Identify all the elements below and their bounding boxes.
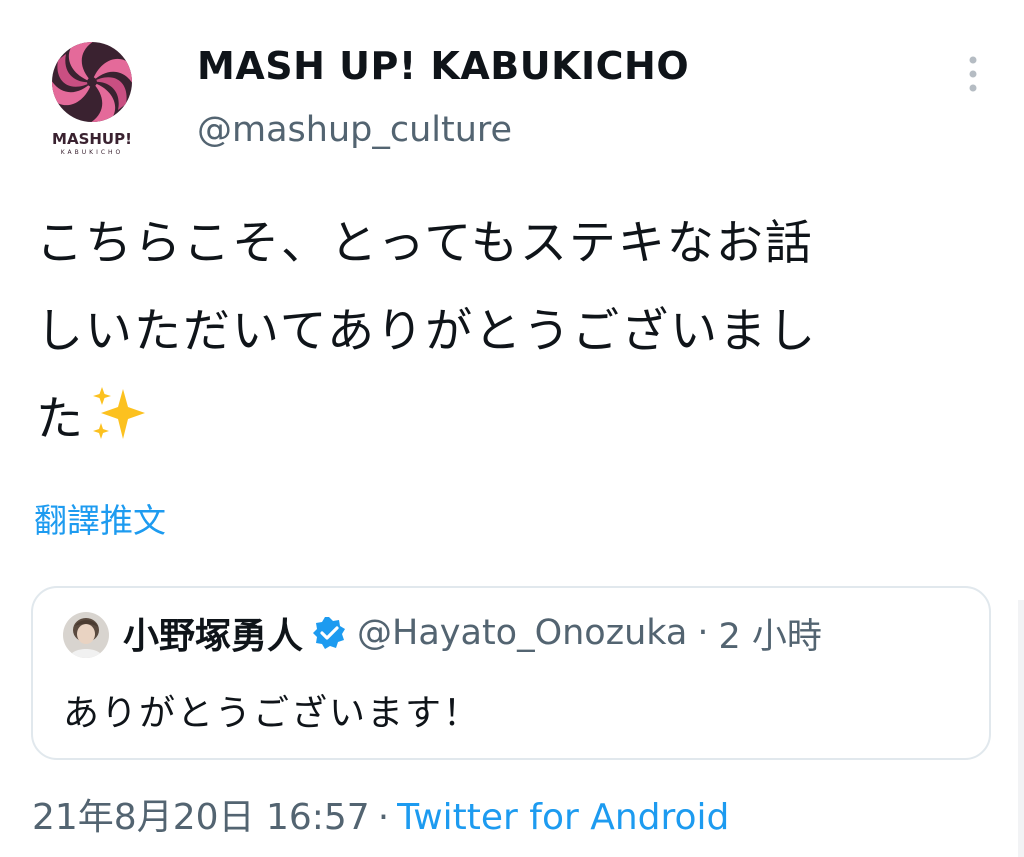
scrollbar-track[interactable] <box>1018 600 1024 857</box>
separator-dot: · <box>697 613 709 653</box>
translate-tweet-link[interactable]: 翻譯推文 <box>34 494 166 542</box>
tweet-text-line: こちらこそ、とってもステキなお話 <box>36 216 814 271</box>
quoted-tweet-time[interactable]: 2 小時 <box>719 608 822 659</box>
quoted-tweet-text: ありがとうございます！ <box>63 693 482 734</box>
sparkles-icon <box>87 383 149 474</box>
avatar-subtext: KABUKICHO <box>61 149 124 156</box>
tweet-text: こちらこそ、とってもステキなお話 しいただいてありがとうございまし た <box>36 200 996 474</box>
tweet-metadata: 21年8月20日 16:57 · Twitter for Android <box>32 788 729 840</box>
person-avatar-icon <box>63 612 109 658</box>
quoted-tweet[interactable]: 小野塚勇人 @Hayato_Onozuka · 2 小時 ありがとうございます！ <box>31 586 991 760</box>
tweet-text-line: た <box>36 392 85 447</box>
quoted-author-avatar[interactable] <box>63 612 109 658</box>
author-avatar[interactable]: MASHUP! KABUKICHO <box>46 40 150 156</box>
quoted-tweet-header: 小野塚勇人 @Hayato_Onozuka · 2 小時 <box>123 608 822 658</box>
vertical-ellipsis-icon <box>969 56 977 92</box>
more-options-button[interactable] <box>958 52 988 96</box>
mashup-logo-icon: MASHUP! KABUKICHO <box>52 42 132 156</box>
author-handle[interactable]: @mashup_culture <box>197 110 512 150</box>
tweet-text-line-last: た <box>36 376 996 474</box>
author-display-name[interactable]: MASH UP! KABUKICHO <box>197 44 689 88</box>
avatar-wordmark: MASHUP! <box>52 130 132 148</box>
separator-dot: · <box>377 797 390 838</box>
tweet-card: MASHUP! KABUKICHO MASH UP! KABUKICHO @ma… <box>0 0 1024 857</box>
verified-badge-icon <box>311 615 347 651</box>
quoted-author-name[interactable]: 小野塚勇人 <box>123 607 303 659</box>
quoted-author-handle[interactable]: @Hayato_Onozuka <box>357 613 687 653</box>
tweet-text-line: しいただいてありがとうございまし <box>36 304 818 359</box>
tweet-source-link[interactable]: Twitter for Android <box>397 797 729 838</box>
tweet-timestamp[interactable]: 21年8月20日 16:57 <box>32 797 370 838</box>
